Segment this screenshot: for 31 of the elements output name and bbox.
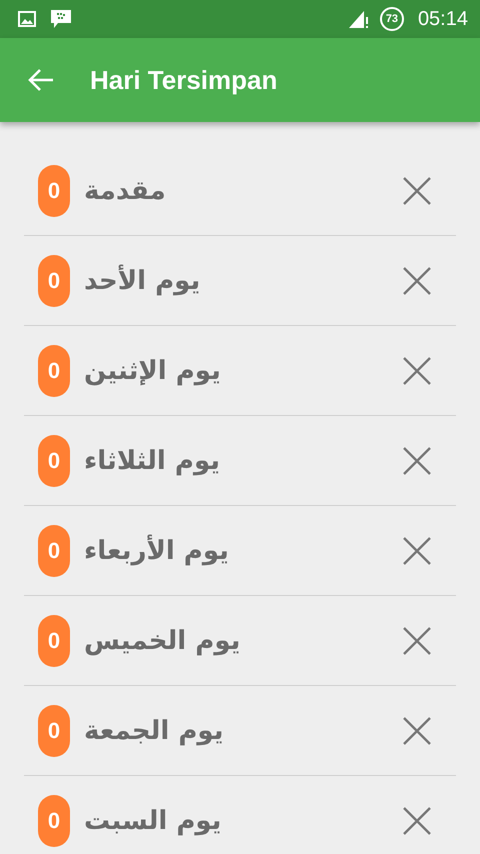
screen-title: Hari Tersimpan (90, 64, 278, 96)
count-badge: 0 (38, 524, 70, 576)
close-icon[interactable] (402, 446, 432, 476)
day-title: يوم الخميس (84, 626, 240, 656)
count-badge: 0 (38, 164, 70, 216)
close-icon[interactable] (402, 716, 432, 746)
image-icon (18, 11, 36, 27)
close-icon[interactable] (402, 176, 432, 206)
day-title: يوم الأحد (84, 266, 200, 296)
count-badge: 0 (38, 434, 70, 486)
day-title: يوم الإثنين (84, 356, 221, 386)
day-title: يوم الأربعاء (84, 536, 229, 566)
close-icon[interactable] (402, 356, 432, 386)
close-icon[interactable] (402, 266, 432, 296)
chat-icon (50, 9, 72, 29)
close-icon[interactable] (402, 536, 432, 566)
day-title: يوم الجمعة (84, 716, 224, 746)
count-badge: 0 (38, 794, 70, 846)
day-title: مقدمة (84, 176, 166, 206)
close-icon[interactable] (402, 806, 432, 836)
count-badge: 0 (38, 704, 70, 756)
close-icon[interactable] (402, 626, 432, 656)
back-arrow-icon[interactable] (28, 68, 54, 92)
signal-icon (348, 9, 370, 29)
count-badge: 0 (38, 344, 70, 396)
day-title: يوم السبت (84, 806, 222, 836)
clock: 05:14 (418, 8, 468, 30)
count-badge: 0 (38, 254, 70, 306)
day-title: يوم الثلاثاء (84, 446, 220, 476)
battery-indicator: 73 (380, 7, 404, 31)
count-badge: 0 (38, 614, 70, 666)
